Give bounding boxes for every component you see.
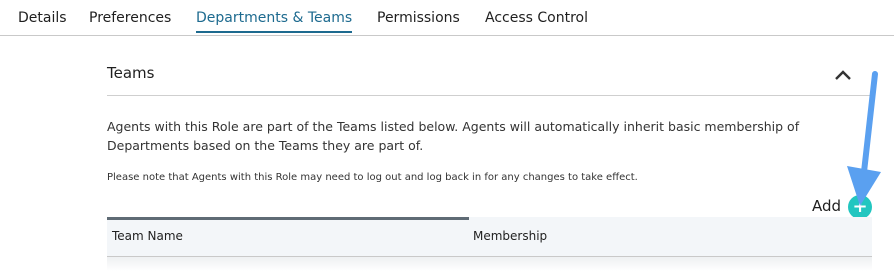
table-body-shadow <box>107 257 872 271</box>
add-button-label[interactable]: Add <box>812 197 841 215</box>
tab-details[interactable]: Details <box>18 10 67 31</box>
add-icon[interactable]: + <box>848 195 872 219</box>
column-accent-bar <box>107 217 469 220</box>
column-header-membership[interactable]: Membership <box>473 229 547 243</box>
tab-preferences[interactable]: Preferences <box>89 10 171 31</box>
tab-permissions[interactable]: Permissions <box>377 10 460 31</box>
tab-access-control[interactable]: Access Control <box>485 10 588 31</box>
section-title: Teams <box>107 64 155 82</box>
column-header-team-name[interactable]: Team Name <box>112 229 183 243</box>
section-note: Please note that Agents with this Role m… <box>107 172 638 183</box>
tab-bar: Details Preferences Departments & Teams … <box>0 0 894 36</box>
teams-table-header: Team Name Membership <box>107 217 872 257</box>
tab-departments-teams[interactable]: Departments & Teams <box>196 10 353 33</box>
section-description: Agents with this Role are part of the Te… <box>107 119 800 153</box>
chevron-up-icon[interactable] <box>832 64 854 86</box>
section-divider <box>107 95 872 96</box>
